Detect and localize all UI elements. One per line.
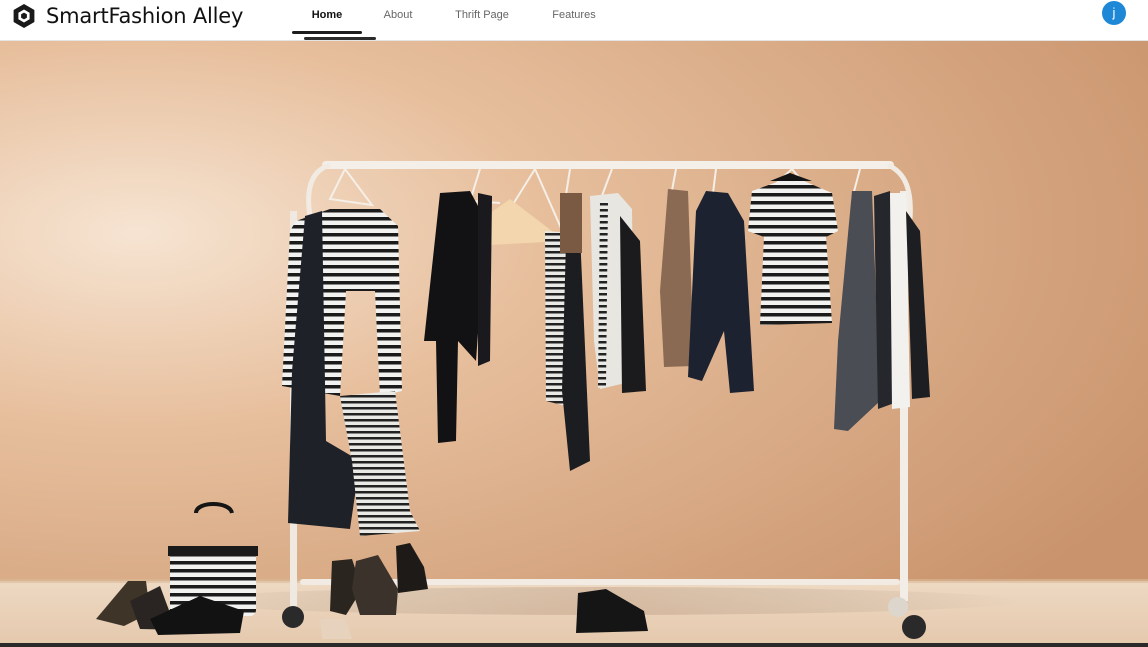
active-tab-indicator <box>292 31 362 34</box>
tab-home[interactable]: Home <box>292 6 362 24</box>
active-tab-indicator-shadow <box>304 37 376 40</box>
tab-thrift-page[interactable]: Thrift Page <box>448 6 516 24</box>
brand-home-link[interactable]: SmartFashion Alley <box>11 0 243 32</box>
brand-name: SmartFashion Alley <box>46 4 244 28</box>
tab-about[interactable]: About <box>378 6 418 24</box>
user-avatar[interactable]: j <box>1102 1 1126 25</box>
hero-banner <box>0 41 1148 647</box>
hexagon-logo-icon <box>13 4 35 28</box>
tab-features[interactable]: Features <box>546 6 602 24</box>
hero-image-clothing-rack <box>0 41 1148 647</box>
top-navigation-bar: SmartFashion Alley Home About Thrift Pag… <box>0 0 1148 41</box>
bottom-edge-strip <box>0 643 1148 647</box>
